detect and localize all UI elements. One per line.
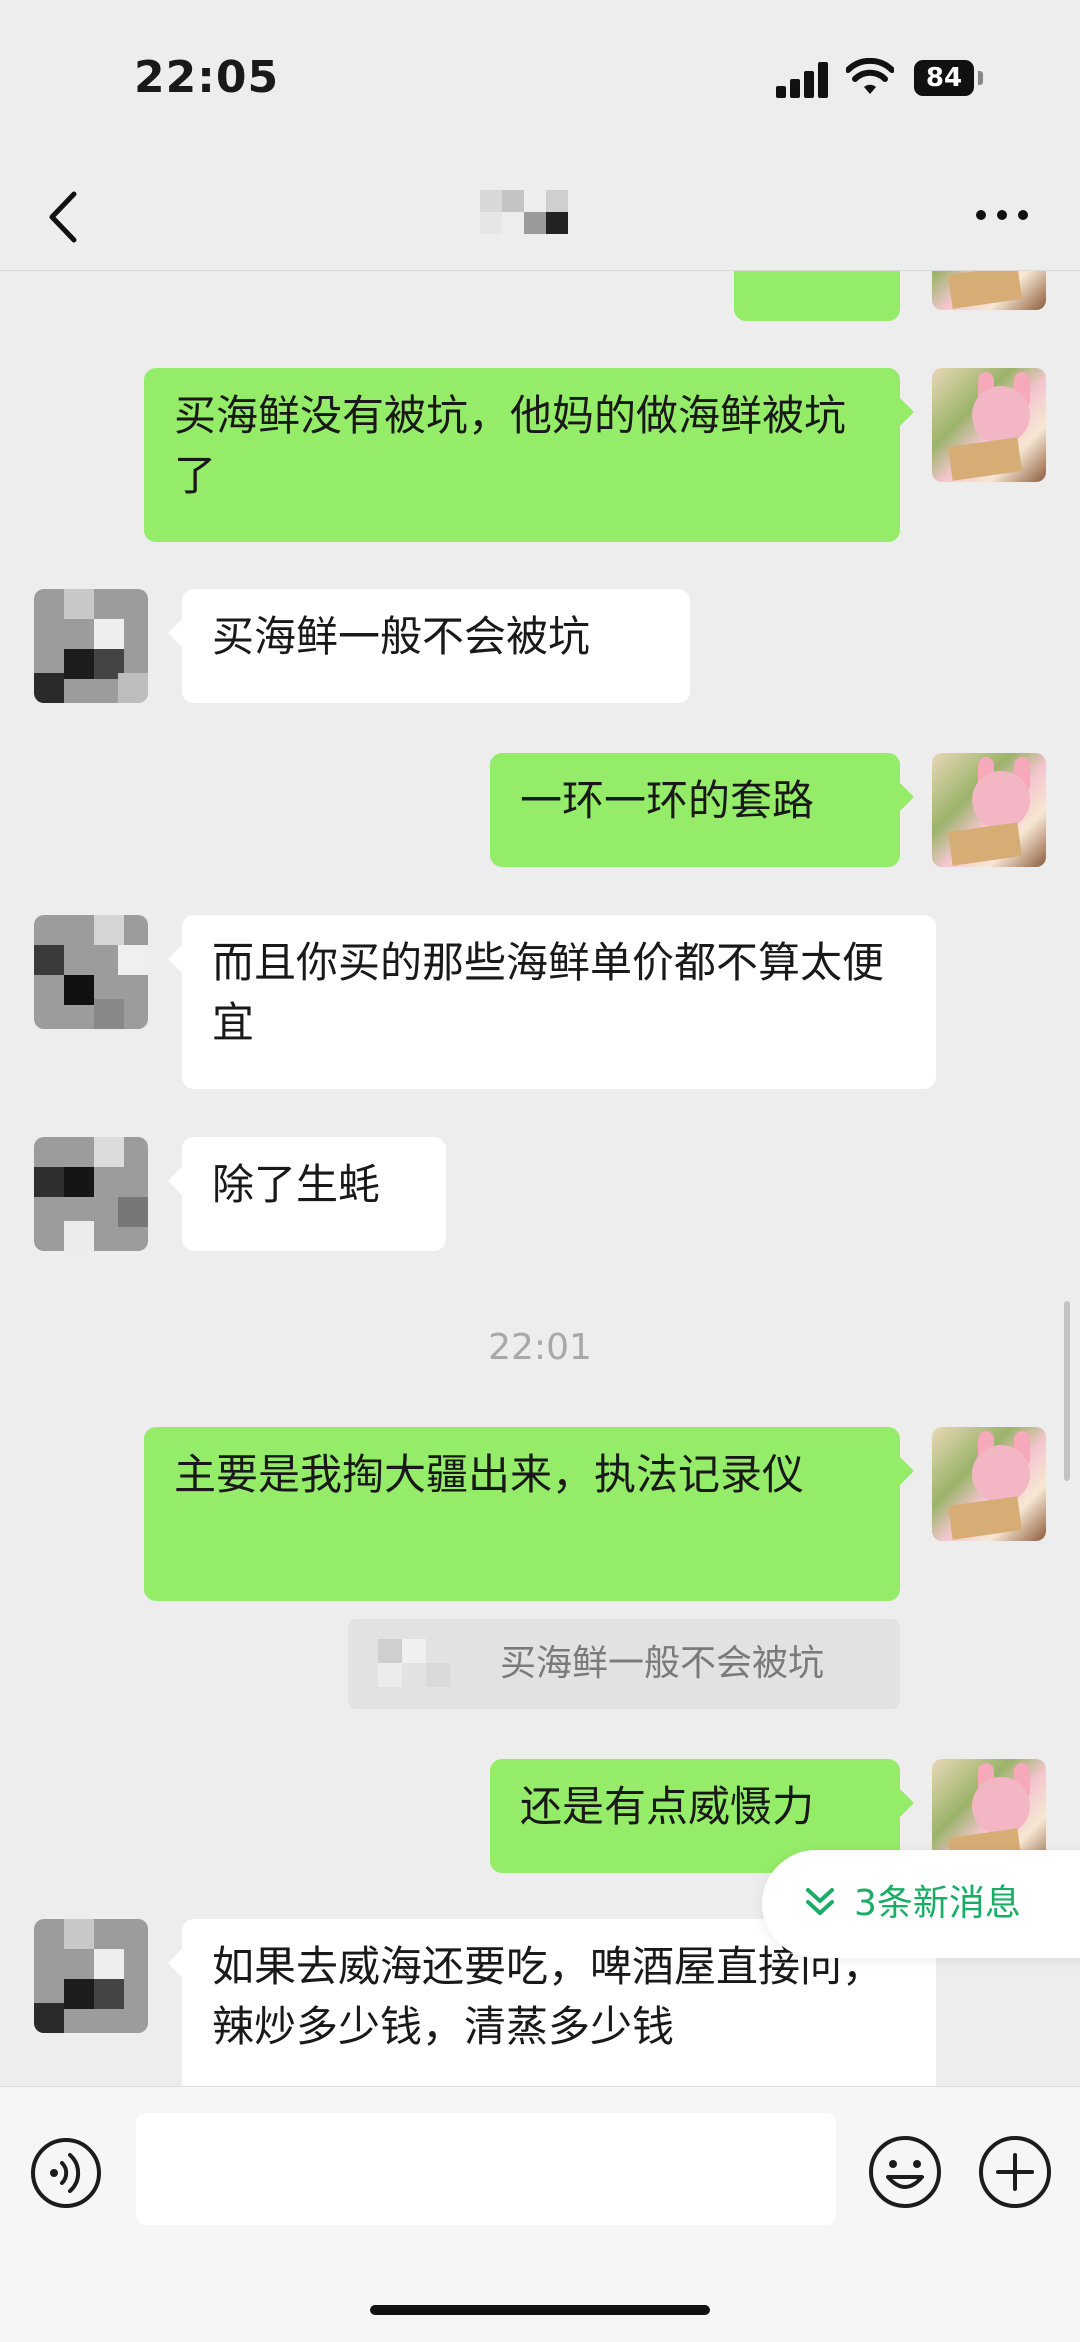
quote-text: 买海鲜一般不会被坑 bbox=[500, 1643, 825, 1684]
new-messages-label: 3条新消息 bbox=[854, 1883, 1021, 1924]
message-text: 买海鲜没有被坑，他妈的做海鲜被坑了 bbox=[174, 391, 847, 500]
chat-header bbox=[0, 160, 1080, 271]
contact-name-blurred bbox=[480, 190, 590, 234]
message-bubble-outgoing[interactable]: 买海鲜没有被坑，他妈的做海鲜被坑了 bbox=[144, 368, 914, 542]
my-avatar[interactable] bbox=[932, 753, 1046, 867]
contact-avatar-blurred[interactable] bbox=[34, 1137, 148, 1251]
status-time: 22:05 bbox=[134, 52, 280, 103]
message-bubble-outgoing[interactable]: 主要是我掏大疆出来，执法记录仪 bbox=[144, 1427, 914, 1601]
message-text: 行吧 bbox=[775, 271, 859, 273]
plus-icon[interactable] bbox=[976, 2133, 1054, 2211]
quoted-message[interactable]: 买海鲜一般不会被坑 bbox=[348, 1619, 900, 1709]
message-input[interactable] bbox=[136, 2113, 836, 2225]
scrollbar[interactable] bbox=[1064, 1301, 1070, 1481]
back-arrow-icon[interactable] bbox=[36, 180, 96, 250]
input-bar bbox=[0, 2086, 1080, 2342]
message-timestamp: 22:01 bbox=[488, 1327, 592, 1368]
message-text: 主要是我掏大疆出来，执法记录仪 bbox=[174, 1450, 805, 1499]
my-avatar[interactable] bbox=[932, 368, 1046, 482]
more-icon[interactable] bbox=[972, 190, 1032, 240]
message-text: 还是有点威慑力 bbox=[520, 1782, 815, 1831]
wifi-icon bbox=[846, 58, 894, 94]
quote-sender-blurred bbox=[378, 1639, 458, 1687]
contact-avatar-blurred[interactable] bbox=[34, 1919, 148, 2033]
message-text: 而且你买的那些海鲜单价都不算太便宜 bbox=[212, 938, 885, 1047]
contact-avatar-blurred[interactable] bbox=[34, 589, 148, 703]
message-text: 一环一环的套路 bbox=[520, 776, 815, 825]
home-indicator bbox=[370, 2305, 710, 2315]
message-text: 除了生蚝 bbox=[212, 1160, 381, 1209]
message-text: 如果去威海还要吃，啤酒屋直接问，辣炒多少钱，清蒸多少钱 bbox=[212, 1942, 885, 2051]
battery-nub bbox=[978, 71, 983, 85]
status-bar: 22:05 84 bbox=[0, 0, 1080, 160]
message-bubble-outgoing[interactable]: 行吧 bbox=[734, 271, 900, 321]
message-text: 买海鲜一般不会被坑 bbox=[212, 612, 591, 661]
my-avatar[interactable] bbox=[932, 1427, 1046, 1541]
voice-icon[interactable] bbox=[28, 2135, 104, 2211]
my-avatar[interactable] bbox=[932, 271, 1046, 310]
new-messages-button[interactable]: 3条新消息 bbox=[762, 1850, 1080, 1958]
contact-avatar-blurred[interactable] bbox=[34, 915, 148, 1029]
message-bubble-outgoing[interactable]: 一环一环的套路 bbox=[490, 753, 914, 867]
signal-icon bbox=[776, 62, 832, 98]
emoji-icon[interactable] bbox=[866, 2133, 944, 2211]
chevron-down-double-icon bbox=[806, 1888, 834, 1915]
message-bubble-incoming[interactable]: 而且你买的那些海鲜单价都不算太便宜 bbox=[168, 915, 936, 1089]
message-bubble-incoming[interactable]: 除了生蚝 bbox=[168, 1137, 446, 1251]
message-bubble-incoming[interactable]: 买海鲜一般不会被坑 bbox=[168, 589, 690, 703]
message-list[interactable]: 行吧 买海鲜没有被坑，他妈的做海鲜被坑了 买海鲜一般不会被坑 一环一环的套路 而… bbox=[0, 271, 1080, 2086]
battery-icon: 84 bbox=[914, 60, 974, 96]
